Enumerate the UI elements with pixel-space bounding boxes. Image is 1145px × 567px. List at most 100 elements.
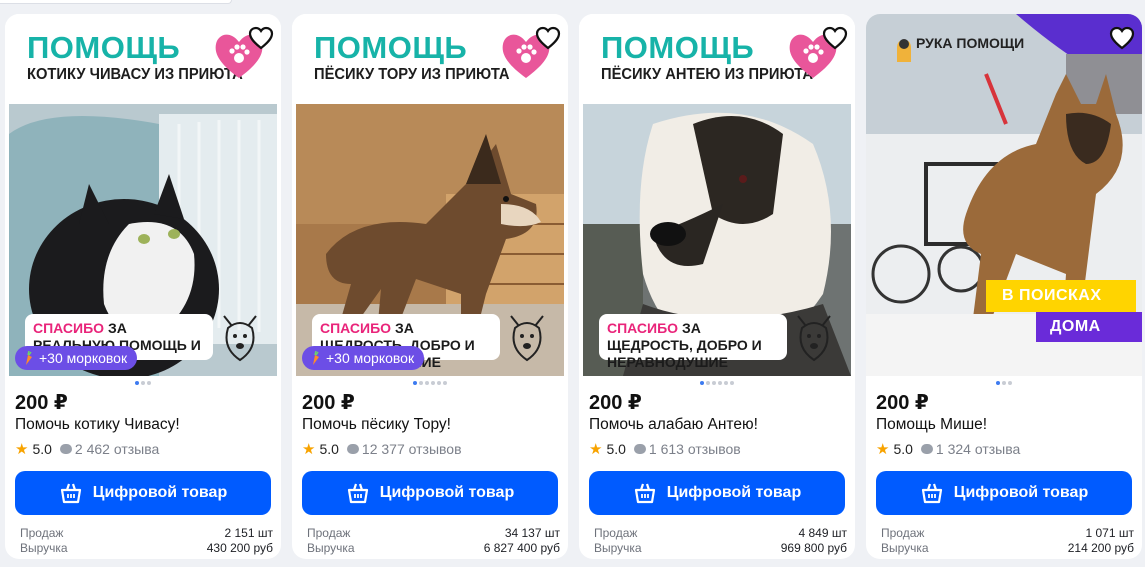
digital-product-button[interactable]: Цифровой товар	[876, 471, 1132, 515]
carousel-dot[interactable]	[413, 381, 417, 385]
carrot-icon	[26, 351, 32, 365]
sold-value: 1 071 шт	[1085, 526, 1135, 540]
carousel-dot[interactable]	[147, 381, 151, 385]
promo-text: +30 морковок	[39, 350, 128, 366]
banner-subtitle: КОТИКУ ЧИВАСУ ИЗ ПРИЮТА	[27, 66, 243, 83]
rating-value: 5.0	[32, 441, 52, 457]
image-banner: ПОМОЩЬ КОТИКУ ЧИВАСУ ИЗ ПРИЮТА	[5, 14, 281, 104]
product-title[interactable]: Помочь алабаю Антею!	[589, 416, 758, 434]
sales-stats: Продаж 4 849 шт Выручка 969 800 руб	[594, 526, 847, 556]
revenue-label: Выручка	[881, 541, 929, 555]
image-banner: ПОМОЩЬ ПЁСИКУ ТОРУ ИЗ ПРИЮТА	[292, 14, 568, 104]
looking-for-home-tag: В ПОИСКАХ ДОМА	[986, 280, 1142, 342]
sold-value: 4 849 шт	[798, 526, 848, 540]
product-title[interactable]: Помочь котику Чивасу!	[15, 416, 180, 434]
carousel-dot[interactable]	[700, 381, 704, 385]
carousel-dots[interactable]	[866, 381, 1142, 385]
revenue-label: Выручка	[20, 541, 68, 555]
heart-outline-icon[interactable]	[822, 26, 848, 50]
product-image[interactable]: РУКА ПОМОЩИ В ПОИСКАХ ДОМА	[866, 14, 1142, 376]
carousel-dot[interactable]	[718, 381, 722, 385]
carousel-dot[interactable]	[419, 381, 423, 385]
sold-value: 34 137 шт	[504, 526, 560, 540]
product-title[interactable]: Помочь пёсику Тору!	[302, 416, 451, 434]
digital-product-button[interactable]: Цифровой товар	[15, 471, 271, 515]
rating-row[interactable]: ★ 5.0 1 324 отзыва	[876, 440, 1020, 458]
carousel-dots[interactable]	[292, 381, 568, 385]
digital-product-button[interactable]: Цифровой товар	[302, 471, 558, 515]
carousel-dot[interactable]	[431, 381, 435, 385]
thanks-caption: СПАСИБО ЗА ЩЕДРОСТЬ, ДОБРО И НЕРАВНОДУШИ…	[599, 314, 787, 370]
promo-text: +30 морковок	[326, 350, 415, 366]
carousel-dot[interactable]	[712, 381, 716, 385]
basket-icon	[60, 483, 81, 504]
thanks-accent: СПАСИБО	[33, 320, 105, 336]
star-icon: ★	[15, 441, 29, 458]
tag-yellow: В ПОИСКАХ	[986, 280, 1136, 312]
carousel-dot[interactable]	[1008, 381, 1012, 385]
star-icon: ★	[589, 441, 603, 458]
product-card[interactable]: ПОМОЩЬ КОТИКУ ЧИВАСУ ИЗ ПРИЮТА СПАСИБО З…	[5, 14, 281, 559]
sold-label: Продаж	[307, 526, 351, 540]
carousel-dot[interactable]	[706, 381, 710, 385]
heart-outline-icon[interactable]	[535, 26, 561, 50]
product-card[interactable]: РУКА ПОМОЩИ В ПОИСКАХ ДОМА 200 ₽ Помощь …	[866, 14, 1142, 559]
reviews-text: 2 462 отзыва	[74, 441, 160, 457]
dog-sketch-icon	[797, 315, 831, 362]
heart-outline-icon[interactable]	[1109, 26, 1135, 50]
carousel-dot[interactable]	[135, 381, 139, 385]
price: 200 ₽	[302, 392, 355, 414]
carousel-dots[interactable]	[579, 381, 855, 385]
button-label: Цифровой товар	[666, 484, 802, 501]
star-icon: ★	[876, 441, 890, 458]
reviews-count: 1 324 отзыва	[920, 441, 1021, 457]
banner-title: ПОМОЩЬ	[27, 30, 181, 65]
revenue-value: 214 200 руб	[1067, 541, 1134, 555]
carousel-dot[interactable]	[1002, 381, 1006, 385]
button-label: Цифровой товар	[379, 484, 515, 501]
carrot-icon	[313, 351, 319, 365]
rating-row[interactable]: ★ 5.0 1 613 отзывов	[589, 440, 741, 458]
dog-sketch-icon	[223, 315, 257, 362]
carousel-dot[interactable]	[141, 381, 145, 385]
sales-stats: Продаж 34 137 шт Выручка 6 827 400 руб	[307, 526, 560, 556]
basket-icon	[347, 483, 368, 504]
carousel-dot[interactable]	[443, 381, 447, 385]
heart-outline-icon[interactable]	[248, 26, 274, 50]
sales-stats: Продаж 2 151 шт Выручка 430 200 руб	[20, 526, 273, 556]
rating-row[interactable]: ★ 5.0 2 462 отзыва	[15, 440, 159, 458]
price: 200 ₽	[15, 392, 68, 414]
carousel-dot[interactable]	[724, 381, 728, 385]
banner-subtitle: ПЁСИКУ ТОРУ ИЗ ПРИЮТА	[314, 66, 510, 83]
reviews-text: 1 324 отзыва	[935, 441, 1021, 457]
thanks-accent: СПАСИБО	[607, 320, 679, 336]
rating-value: 5.0	[893, 441, 913, 457]
carousel-dot[interactable]	[996, 381, 1000, 385]
speech-bubble-icon	[346, 444, 359, 454]
product-image[interactable]: ПОМОЩЬ ПЁСИКУ ТОРУ ИЗ ПРИЮТА СПАСИБО ЗА …	[292, 14, 568, 376]
carousel-dot[interactable]	[437, 381, 441, 385]
speech-bubble-icon	[59, 444, 72, 454]
product-card[interactable]: ПОМОЩЬ ПЁСИКУ ТОРУ ИЗ ПРИЮТА СПАСИБО ЗА …	[292, 14, 568, 559]
digital-product-button[interactable]: Цифровой товар	[589, 471, 845, 515]
revenue-value: 6 827 400 руб	[483, 541, 560, 555]
rating-row[interactable]: ★ 5.0 12 377 отзывов	[302, 440, 462, 458]
carousel-dots[interactable]	[5, 381, 281, 385]
product-title[interactable]: Помощь Мише!	[876, 416, 987, 434]
promo-badge: +30 морковок	[302, 346, 425, 370]
rating-value: 5.0	[319, 441, 339, 457]
product-card[interactable]: ПОМОЩЬ ПЁСИКУ АНТЕЮ ИЗ ПРИЮТА СПАСИБО ЗА…	[579, 14, 855, 559]
revenue-value: 969 800 руб	[780, 541, 847, 555]
product-image[interactable]: ПОМОЩЬ КОТИКУ ЧИВАСУ ИЗ ПРИЮТА СПАСИБО З…	[5, 14, 281, 376]
speech-bubble-icon	[920, 444, 933, 454]
product-image[interactable]: ПОМОЩЬ ПЁСИКУ АНТЕЮ ИЗ ПРИЮТА СПАСИБО ЗА…	[579, 14, 855, 376]
basket-icon	[921, 483, 942, 504]
reviews-text: 1 613 отзывов	[648, 441, 741, 457]
carousel-dot[interactable]	[730, 381, 734, 385]
button-label: Цифровой товар	[92, 484, 228, 501]
sold-label: Продаж	[20, 526, 64, 540]
revenue-label: Выручка	[307, 541, 355, 555]
sold-label: Продаж	[881, 526, 925, 540]
revenue-label: Выручка	[594, 541, 642, 555]
carousel-dot[interactable]	[425, 381, 429, 385]
